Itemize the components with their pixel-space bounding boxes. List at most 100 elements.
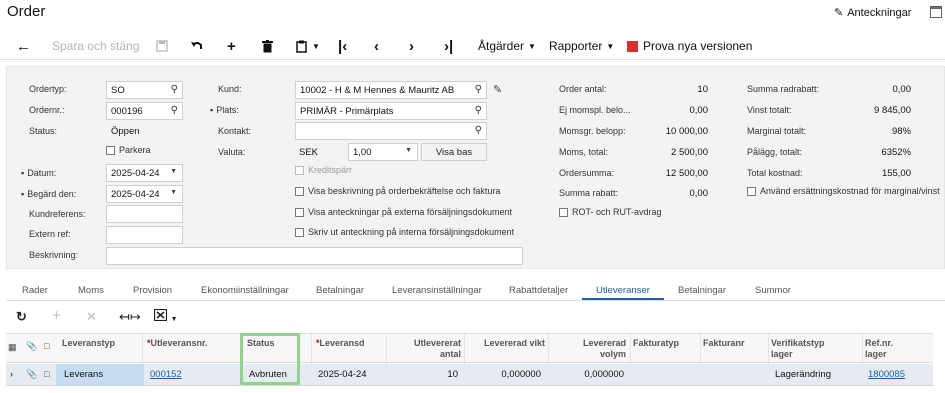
cell-volym[interactable]: 0,000000 [551, 369, 624, 380]
back-arrow-icon[interactable]: ← [16, 37, 31, 55]
cell-antal[interactable]: 10 [401, 369, 458, 380]
ordertype-input[interactable]: SO ⚲ [106, 81, 183, 99]
actions-label: Åtgärder [478, 39, 525, 53]
search-icon[interactable]: ⚲ [475, 125, 482, 136]
delete-row-icon[interactable]: ✕ [86, 309, 97, 325]
beskrivning-input[interactable] [106, 247, 523, 265]
previous-record-icon[interactable]: ‹ [374, 37, 379, 55]
col-separator [862, 334, 863, 364]
attachment-icon[interactable]: 📎 [26, 369, 37, 380]
first-record-icon[interactable]: |‹ [338, 37, 347, 55]
plus-icon[interactable]: + [227, 37, 236, 55]
momsgr-value: 10 000,00 [665, 126, 708, 137]
col-verifikatstyp[interactable]: Verifikatstyp lager [771, 338, 825, 360]
col-separator [548, 334, 549, 364]
fit-columns-icon[interactable]: ↤↦ [119, 309, 141, 325]
begard-input[interactable]: 2025-04-24 ▼ [106, 185, 183, 203]
notes-link[interactable]: ✎ Anteckningar [834, 6, 911, 20]
tab-provision[interactable]: Provision [133, 285, 172, 296]
externref-input[interactable] [106, 226, 183, 244]
export-excel-icon[interactable]: ▼ [153, 308, 178, 324]
save-icon[interactable] [156, 37, 168, 55]
last-record-icon[interactable]: ›| [444, 37, 453, 55]
add-row-icon[interactable]: + [52, 307, 61, 324]
tab-rader[interactable]: Rader [22, 285, 48, 296]
grid-header: ▦ 📎 □ Leveranstyp *Utleveransnr. Status … [6, 333, 933, 364]
anvand-ersattning-checkbox[interactable]: Använd ersättningskostnad för marginal/v… [747, 186, 940, 196]
tab-betalningar-2[interactable]: Betalningar [678, 285, 726, 296]
col-fakturatyp[interactable]: Fakturatyp [633, 338, 679, 349]
cell-leveransd[interactable]: 2025-04-24 [318, 369, 367, 380]
parkera-checkbox[interactable]: Parkera [106, 145, 151, 155]
checkbox-box [106, 145, 115, 155]
copy-paste-icon[interactable]: ▼ [296, 37, 320, 55]
begard-label: ▪ Begärd den: [21, 189, 77, 199]
begard-label-text: Begärd den: [27, 189, 77, 199]
tab-utleveranser[interactable]: Utleveranser [596, 285, 650, 296]
save-close-button[interactable]: Spara och stäng [52, 37, 139, 55]
tab-betalningar[interactable]: Betalningar [316, 285, 364, 296]
try-new-version-button[interactable]: Prova nya versionen [627, 37, 752, 55]
col-refnr[interactable]: Ref.nr. lager [865, 338, 893, 360]
tab-rabattdetaljer[interactable]: Rabattdetaljer [509, 285, 568, 296]
summa-radrabatt-value: 0,00 [892, 84, 912, 95]
ordernr-input[interactable]: 000196 ⚲ [106, 102, 183, 120]
col-fakturanr[interactable]: Fakturanr [703, 338, 745, 349]
grid-settings-icon[interactable]: ▦ [8, 342, 17, 353]
plats-input[interactable]: PRIMÄR - Primärplats ⚲ [295, 102, 487, 120]
ordertype-label: Ordertyp: [29, 84, 67, 94]
datum-input[interactable]: 2025-04-24 ▼ [106, 164, 183, 182]
undo-icon[interactable] [190, 37, 204, 55]
kund-input[interactable]: 10002 - H & M Hennes & Mauritz AB ⚲ [295, 81, 487, 99]
summa-radrabatt-label: Summa radrabatt: [747, 84, 820, 94]
cell-refnr[interactable]: 1800085 [868, 369, 905, 380]
externref-label: Extern ref: [29, 229, 71, 239]
cell-leveranstyp[interactable]: Leverans [64, 369, 103, 380]
chevron-down-icon[interactable]: ▼ [405, 147, 412, 154]
visa-beskrivning-checkbox[interactable]: Visa beskrivning på orderbekräftelse och… [295, 186, 500, 196]
col-levererad-volym[interactable]: Levererad volym [566, 338, 626, 360]
table-row[interactable]: › 📎 □ Leverans 000152 Avbruten 2025-04-2… [6, 364, 933, 386]
col-leveransd[interactable]: *Leveransd [316, 338, 365, 349]
visa-bas-button[interactable]: Visa bas [421, 143, 487, 161]
total-kostnad-value: 155,00 [881, 168, 911, 179]
reports-menu[interactable]: Rapporter ▼ [549, 37, 614, 55]
cell-utleveransnr[interactable]: 000152 [150, 369, 182, 380]
search-icon[interactable]: ⚲ [475, 84, 482, 95]
col-levererad-vikt[interactable]: Levererad vikt [471, 338, 545, 349]
calendar-icon[interactable] [930, 6, 942, 18]
col-leveranstyp[interactable]: Leveranstyp [62, 338, 115, 349]
kundreferens-input[interactable] [106, 205, 183, 223]
tab-ekonomiinstallningar[interactable]: Ekonomiinställningar [201, 285, 289, 296]
edit-pencil-icon[interactable]: ✎ [493, 83, 502, 96]
valuta-rate-value: 1,00 [353, 147, 372, 158]
cell-vikt[interactable]: 0,000000 [471, 369, 541, 380]
search-icon[interactable]: ⚲ [171, 105, 178, 116]
refresh-icon[interactable]: ↻ [16, 309, 27, 325]
visa-anteckningar-checkbox[interactable]: Visa anteckningar på externa försäljning… [295, 207, 512, 217]
skriv-ut-checkbox[interactable]: Skriv ut anteckning på interna försäljni… [295, 227, 514, 237]
note-icon[interactable]: □ [44, 369, 49, 379]
marginal-totalt-value: 98% [891, 126, 911, 137]
col-utleveransnr[interactable]: *Utleveransnr. [147, 338, 208, 349]
col-separator [386, 334, 387, 364]
col-refnr-l2: lager [865, 349, 887, 359]
chevron-down-icon[interactable]: ▼ [170, 168, 177, 175]
cell-verifikatstyp[interactable]: Lagerändring [775, 369, 831, 380]
valuta-rate-input[interactable]: 1,00 ▼ [348, 143, 418, 161]
tab-moms[interactable]: Moms [78, 285, 104, 296]
col-utlevererat-antal[interactable]: Utlevererat antal [401, 338, 461, 360]
plats-value: PRIMÄR - Primärplats [300, 106, 394, 117]
next-record-icon[interactable]: › [409, 37, 414, 55]
rot-rut-checkbox[interactable]: ROT- och RUT-avdrag [559, 207, 662, 217]
search-icon[interactable]: ⚲ [171, 84, 178, 95]
actions-menu[interactable]: Åtgärder ▼ [478, 37, 536, 55]
status-value: Öppen [111, 126, 140, 137]
search-icon[interactable]: ⚲ [475, 105, 482, 116]
tab-summor[interactable]: Summor [755, 285, 791, 296]
kontakt-input[interactable]: ⚲ [295, 122, 487, 140]
ordersumma-label: Ordersumma: [559, 168, 615, 178]
trash-icon[interactable] [262, 37, 273, 55]
chevron-down-icon[interactable]: ▼ [170, 189, 177, 196]
tab-leveransinstallningar[interactable]: Leveransinställningar [392, 285, 482, 296]
